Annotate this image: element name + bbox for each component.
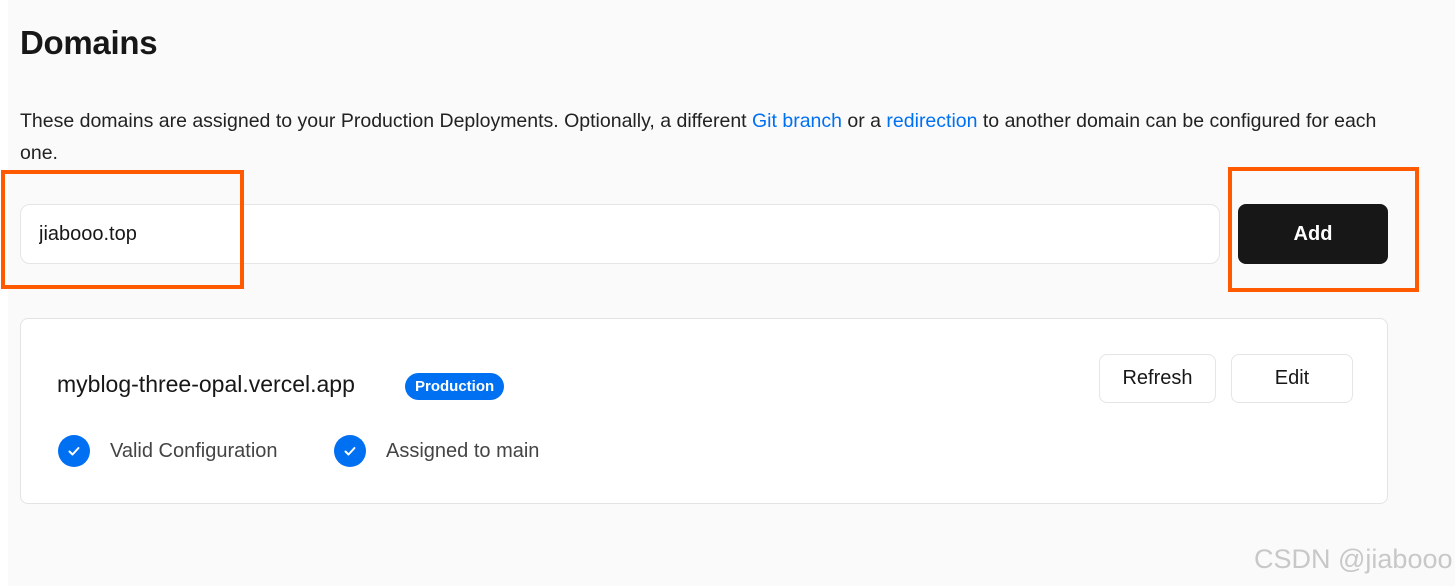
check-circle-icon [58,435,90,467]
page-title: Domains [20,24,158,61]
status-label: Valid Configuration [110,439,278,462]
status-valid-configuration: Valid Configuration [58,435,278,467]
status-label: Assigned to main [386,439,540,462]
watermark: CSDN @jiabooo [1254,544,1453,574]
left-margin [0,0,8,586]
redirection-link[interactable]: redirection [886,110,977,132]
domain-input[interactable] [20,204,1220,264]
refresh-button[interactable]: Refresh [1099,354,1216,403]
domains-description: These domains are assigned to your Produ… [20,105,1380,169]
check-circle-icon [334,435,366,467]
git-branch-link[interactable]: Git branch [752,110,842,132]
description-text: These domains are assigned to your Produ… [20,110,753,132]
edit-button[interactable]: Edit [1231,354,1353,403]
domain-name[interactable]: myblog-three-opal.vercel.app [57,371,355,398]
status-assigned-branch: Assigned to main [334,435,539,467]
production-badge: Production [405,373,505,400]
add-domain-button[interactable]: Add [1238,204,1388,264]
domain-card: myblog-three-opal.vercel.app Production … [20,318,1388,504]
description-text: or a [841,110,887,132]
